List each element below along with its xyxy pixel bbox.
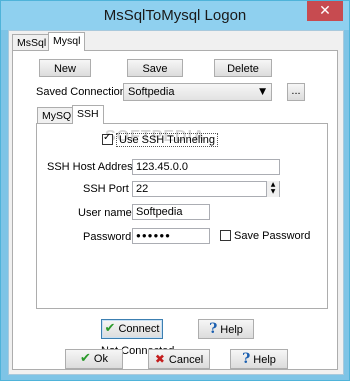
ssh-port-value: 22 — [136, 183, 149, 195]
window-title: MsSqlToMysql Logon — [103, 7, 247, 24]
use-ssh-tunneling-label: Use SSH Tunneling — [116, 133, 218, 147]
tab-mssql[interactable]: MsSql — [12, 34, 52, 51]
connect-label: Connect — [118, 323, 160, 335]
spin-up-icon[interactable]: ▲ — [267, 181, 279, 188]
saved-connections-select[interactable]: Softpedia ▼ — [123, 83, 272, 101]
title-bar[interactable]: MsSqlToMysql Logon ✕ — [1, 1, 349, 30]
x-icon: ✖ — [154, 352, 165, 366]
user-name-input[interactable]: Softpedia — [132, 204, 210, 220]
cancel-label: Cancel — [168, 354, 204, 366]
help-button[interactable]: ? Help — [230, 349, 288, 369]
window-client: MsSql Mysql New Save Delete Saved Connec… — [8, 30, 344, 375]
check-icon: ✔ — [104, 321, 116, 336]
mysql-tab-panel: New Save Delete Saved Connections Softpe… — [12, 50, 338, 370]
password-input[interactable]: ●●●●●● — [132, 228, 210, 244]
port-spinner[interactable]: ▲ ▼ — [266, 181, 279, 197]
ok-label: Ok — [93, 353, 108, 365]
check-icon: ✔ — [80, 351, 91, 366]
save-password-checkbox[interactable] — [220, 230, 231, 241]
logon-window: MsSqlToMysql Logon ✕ MsSql Mysql New Sav… — [0, 0, 350, 381]
ssh-tab-panel: SOFTPEDIA Use SSH Tunneling SSH Host Add… — [36, 123, 328, 309]
spin-down-icon[interactable]: ▼ — [267, 188, 279, 195]
ssh-port-label: SSH Port — [83, 183, 129, 195]
tab-ssh[interactable]: SSH — [72, 105, 104, 124]
browse-button[interactable]: ... — [287, 83, 305, 101]
connect-button[interactable]: ✔ Connect — [101, 319, 163, 339]
close-button[interactable]: ✕ — [307, 1, 343, 21]
password-label: Password — [83, 231, 132, 243]
ssh-host-label: SSH Host Address — [47, 161, 139, 173]
help-label: Help — [253, 354, 276, 366]
connect-help-label: Help — [220, 324, 243, 336]
saved-connections-label: Saved Connections — [36, 86, 132, 98]
save-button[interactable]: Save — [127, 59, 183, 77]
cancel-button[interactable]: ✖ Cancel — [148, 349, 210, 369]
user-name-label: User name — [78, 207, 132, 219]
use-ssh-tunneling-checkbox[interactable] — [102, 132, 113, 145]
delete-button[interactable]: Delete — [214, 59, 272, 77]
chevron-down-icon: ▼ — [259, 87, 266, 97]
ok-button[interactable]: ✔ Ok — [65, 349, 123, 369]
question-icon: ? — [209, 321, 218, 337]
tab-mysql[interactable]: Mysql — [48, 32, 86, 51]
saved-connections-value: Softpedia — [128, 86, 175, 98]
save-password-label: Save Password — [234, 230, 311, 242]
question-icon: ? — [242, 351, 251, 367]
connect-help-button[interactable]: ? Help — [198, 319, 254, 339]
ssh-host-input[interactable]: 123.45.0.0 — [132, 159, 280, 175]
ssh-port-input[interactable]: 22 ▲ ▼ — [132, 181, 280, 197]
new-button[interactable]: New — [39, 59, 91, 77]
